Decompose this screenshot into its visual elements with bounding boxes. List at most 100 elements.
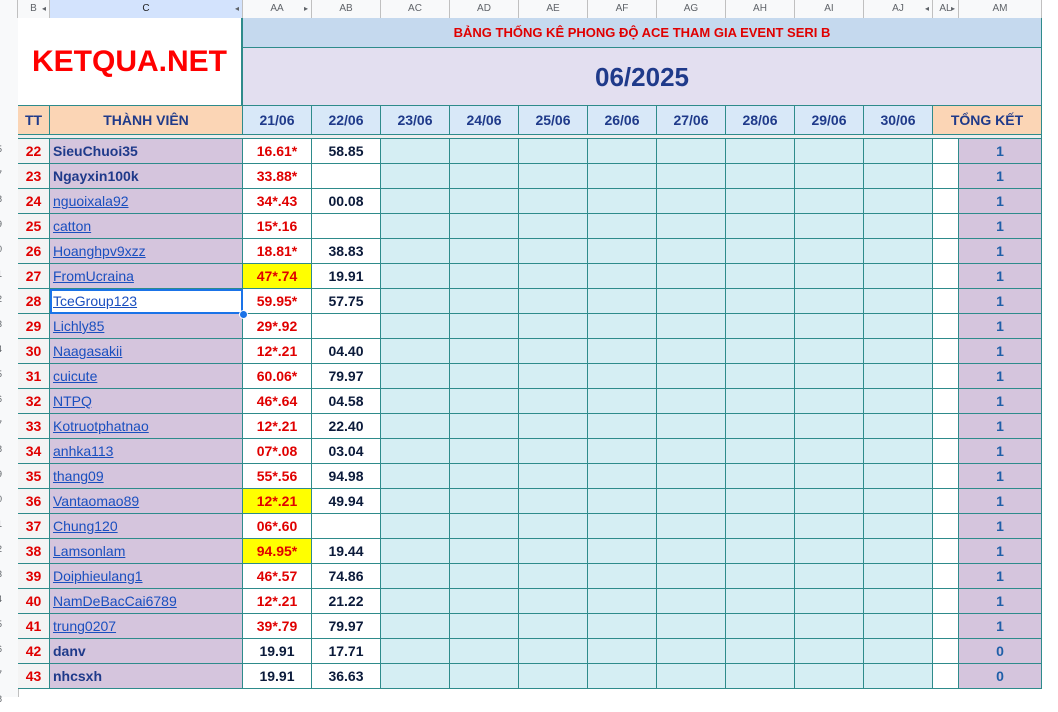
score-empty[interactable] [864, 414, 933, 439]
score-22-06[interactable]: 94.98 [312, 464, 381, 489]
score-empty[interactable] [588, 639, 657, 664]
score-empty[interactable] [588, 464, 657, 489]
score-21-06[interactable]: 16.61* [243, 139, 312, 164]
score-empty[interactable] [450, 214, 519, 239]
blank-cell[interactable] [933, 614, 959, 639]
score-21-06[interactable]: 15*.16 [243, 214, 312, 239]
score-21-06[interactable]: 19.91 [243, 639, 312, 664]
blank-cell[interactable] [933, 639, 959, 664]
blank-cell[interactable] [933, 139, 959, 164]
score-empty[interactable] [657, 539, 726, 564]
score-empty[interactable] [657, 389, 726, 414]
total-count[interactable]: 1 [959, 414, 1042, 439]
score-empty[interactable] [450, 139, 519, 164]
total-count[interactable]: 1 [959, 514, 1042, 539]
score-empty[interactable] [864, 489, 933, 514]
row-number[interactable]: 9 [0, 212, 18, 237]
score-21-06[interactable]: 29*.92 [243, 314, 312, 339]
blank-cell[interactable] [933, 539, 959, 564]
score-empty[interactable] [519, 264, 588, 289]
row-number[interactable]: 0 [0, 237, 18, 262]
score-empty[interactable] [381, 214, 450, 239]
member-name[interactable]: catton [50, 214, 243, 239]
score-21-06[interactable]: 46*.57 [243, 564, 312, 589]
score-21-06[interactable]: 12*.21 [243, 489, 312, 514]
score-empty[interactable] [450, 664, 519, 689]
column-header-ah[interactable]: AH [726, 0, 795, 18]
member-name[interactable]: anhka113 [50, 439, 243, 464]
row-index[interactable]: 26 [18, 239, 50, 264]
score-21-06[interactable]: 06*.60 [243, 514, 312, 539]
score-empty[interactable] [795, 489, 864, 514]
row-index[interactable]: 22 [18, 139, 50, 164]
score-empty[interactable] [588, 164, 657, 189]
blank-cell[interactable] [933, 414, 959, 439]
score-empty[interactable] [726, 389, 795, 414]
total-count[interactable]: 1 [959, 314, 1042, 339]
row-number[interactable]: 4 [0, 587, 18, 612]
score-empty[interactable] [450, 164, 519, 189]
score-22-06[interactable]: 19.44 [312, 539, 381, 564]
row-number[interactable]: 8 [0, 187, 18, 212]
score-empty[interactable] [381, 364, 450, 389]
score-empty[interactable] [726, 164, 795, 189]
member-name[interactable]: trung0207 [50, 614, 243, 639]
corner-cell[interactable] [0, 0, 18, 18]
score-21-06[interactable]: 12*.21 [243, 414, 312, 439]
score-empty[interactable] [657, 139, 726, 164]
total-count[interactable]: 1 [959, 164, 1042, 189]
score-22-06[interactable] [312, 214, 381, 239]
score-empty[interactable] [450, 239, 519, 264]
score-empty[interactable] [381, 614, 450, 639]
score-empty[interactable] [450, 514, 519, 539]
score-22-06[interactable]: 04.40 [312, 339, 381, 364]
member-name[interactable]: FromUcraina [50, 264, 243, 289]
blank-cell[interactable] [933, 239, 959, 264]
score-22-06[interactable]: 38.83 [312, 239, 381, 264]
column-header-ab[interactable]: AB [312, 0, 381, 18]
blank-cell[interactable] [933, 664, 959, 689]
score-empty[interactable] [381, 589, 450, 614]
score-empty[interactable] [795, 164, 864, 189]
member-name[interactable]: Hoanghpv9xzz [50, 239, 243, 264]
score-empty[interactable] [657, 189, 726, 214]
score-empty[interactable] [657, 639, 726, 664]
score-empty[interactable] [726, 539, 795, 564]
score-22-06[interactable]: 36.63 [312, 664, 381, 689]
blank-cell[interactable] [933, 364, 959, 389]
score-empty[interactable] [381, 389, 450, 414]
score-empty[interactable] [795, 139, 864, 164]
score-empty[interactable] [726, 189, 795, 214]
score-empty[interactable] [588, 439, 657, 464]
score-21-06[interactable]: 46*.64 [243, 389, 312, 414]
score-empty[interactable] [657, 589, 726, 614]
member-name[interactable]: nhcsxh [50, 664, 243, 689]
score-empty[interactable] [588, 589, 657, 614]
score-empty[interactable] [450, 414, 519, 439]
score-empty[interactable] [657, 364, 726, 389]
row-number[interactable]: 6 [0, 637, 18, 662]
row-index[interactable]: 33 [18, 414, 50, 439]
column-header-aa[interactable]: AA ▸ [243, 0, 312, 18]
score-22-06[interactable]: 79.97 [312, 364, 381, 389]
score-22-06[interactable]: 79.97 [312, 614, 381, 639]
score-empty[interactable] [864, 639, 933, 664]
score-empty[interactable] [726, 614, 795, 639]
score-empty[interactable] [726, 339, 795, 364]
row-number[interactable]: 1 [0, 512, 18, 537]
score-empty[interactable] [726, 489, 795, 514]
score-empty[interactable] [795, 264, 864, 289]
row-index[interactable]: 27 [18, 264, 50, 289]
score-empty[interactable] [588, 514, 657, 539]
row-number[interactable]: 6 [0, 387, 18, 412]
blank-cell[interactable] [933, 389, 959, 414]
score-empty[interactable] [381, 164, 450, 189]
score-empty[interactable] [864, 214, 933, 239]
row-index[interactable]: 23 [18, 164, 50, 189]
blank-cell[interactable] [933, 214, 959, 239]
total-count[interactable]: 1 [959, 364, 1042, 389]
score-empty[interactable] [588, 314, 657, 339]
row-number[interactable]: 1 [0, 262, 18, 287]
score-21-06[interactable]: 12*.21 [243, 339, 312, 364]
row-index[interactable]: 24 [18, 189, 50, 214]
